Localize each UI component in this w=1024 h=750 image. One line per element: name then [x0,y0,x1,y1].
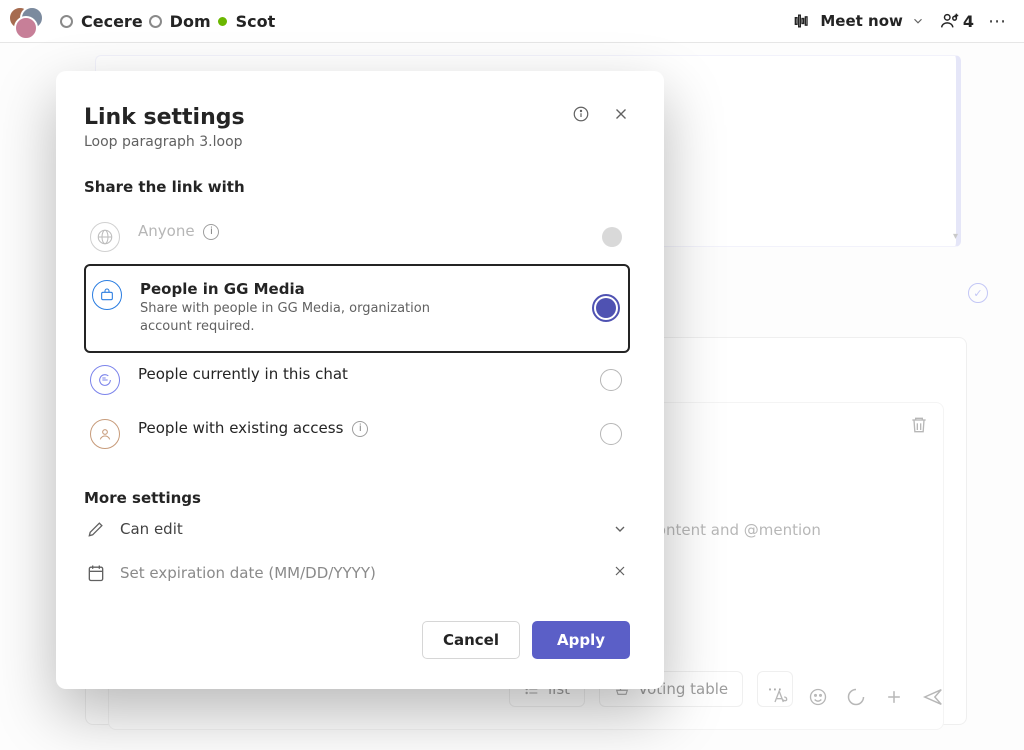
dialog-info-button[interactable] [572,105,590,127]
chevron-down-icon [911,14,925,28]
top-bar: Cecere Dom Scot Meet now 4 ⋯ [0,0,1024,43]
option-chat-members[interactable]: People currently in this chat [84,353,630,407]
radio-organization[interactable] [592,294,620,322]
participants-button[interactable]: 4 [939,10,974,32]
option-anyone: Anyone i [84,210,630,264]
info-icon [572,105,590,123]
info-icon[interactable]: i [203,224,219,240]
option-existing-access[interactable]: People with existing access i [84,407,630,461]
close-icon [612,563,628,579]
globe-icon [90,222,120,252]
permission-dropdown[interactable]: Can edit [84,507,630,551]
chat-icon [90,365,120,395]
clear-expiration-button[interactable] [612,563,628,583]
link-settings-dialog: Link settings Loop paragraph 3.loop Shar… [56,71,664,689]
apply-button[interactable]: Apply [532,621,630,659]
chat-title[interactable]: Cecere Dom Scot [60,12,275,31]
radio-chat-members[interactable] [600,369,622,391]
dialog-subtitle: Loop paragraph 3.loop [84,134,572,150]
cancel-button[interactable]: Cancel [422,621,520,659]
meet-now-button[interactable]: Meet now [792,11,925,31]
person-icon [90,419,120,449]
more-menu-button[interactable]: ⋯ [988,11,1008,32]
calendar-icon [86,563,106,583]
camera-icon [792,11,812,31]
pencil-icon [86,519,106,539]
briefcase-icon [92,280,122,310]
share-options: Anyone i People in GG Media Share with p… [84,210,630,461]
chat-content: ▾ ✓ . Everyone can add content and @ment… [0,43,1024,750]
chat-avatar-stack[interactable] [8,6,46,36]
people-icon [939,10,961,32]
expiration-field[interactable]: Set expiration date (MM/DD/YYYY) [84,551,630,595]
share-with-label: Share the link with [84,178,630,196]
more-settings-label: More settings [84,489,630,507]
info-icon[interactable]: i [352,421,368,437]
radio-existing-access[interactable] [600,423,622,445]
radio-anyone [602,227,622,247]
option-organization[interactable]: People in GG Media Share with people in … [84,264,630,353]
chevron-down-icon [612,521,628,537]
close-icon [612,105,630,123]
dialog-title: Link settings [84,105,572,130]
dialog-close-button[interactable] [612,105,630,127]
expiration-placeholder: Set expiration date (MM/DD/YYYY) [120,564,598,582]
